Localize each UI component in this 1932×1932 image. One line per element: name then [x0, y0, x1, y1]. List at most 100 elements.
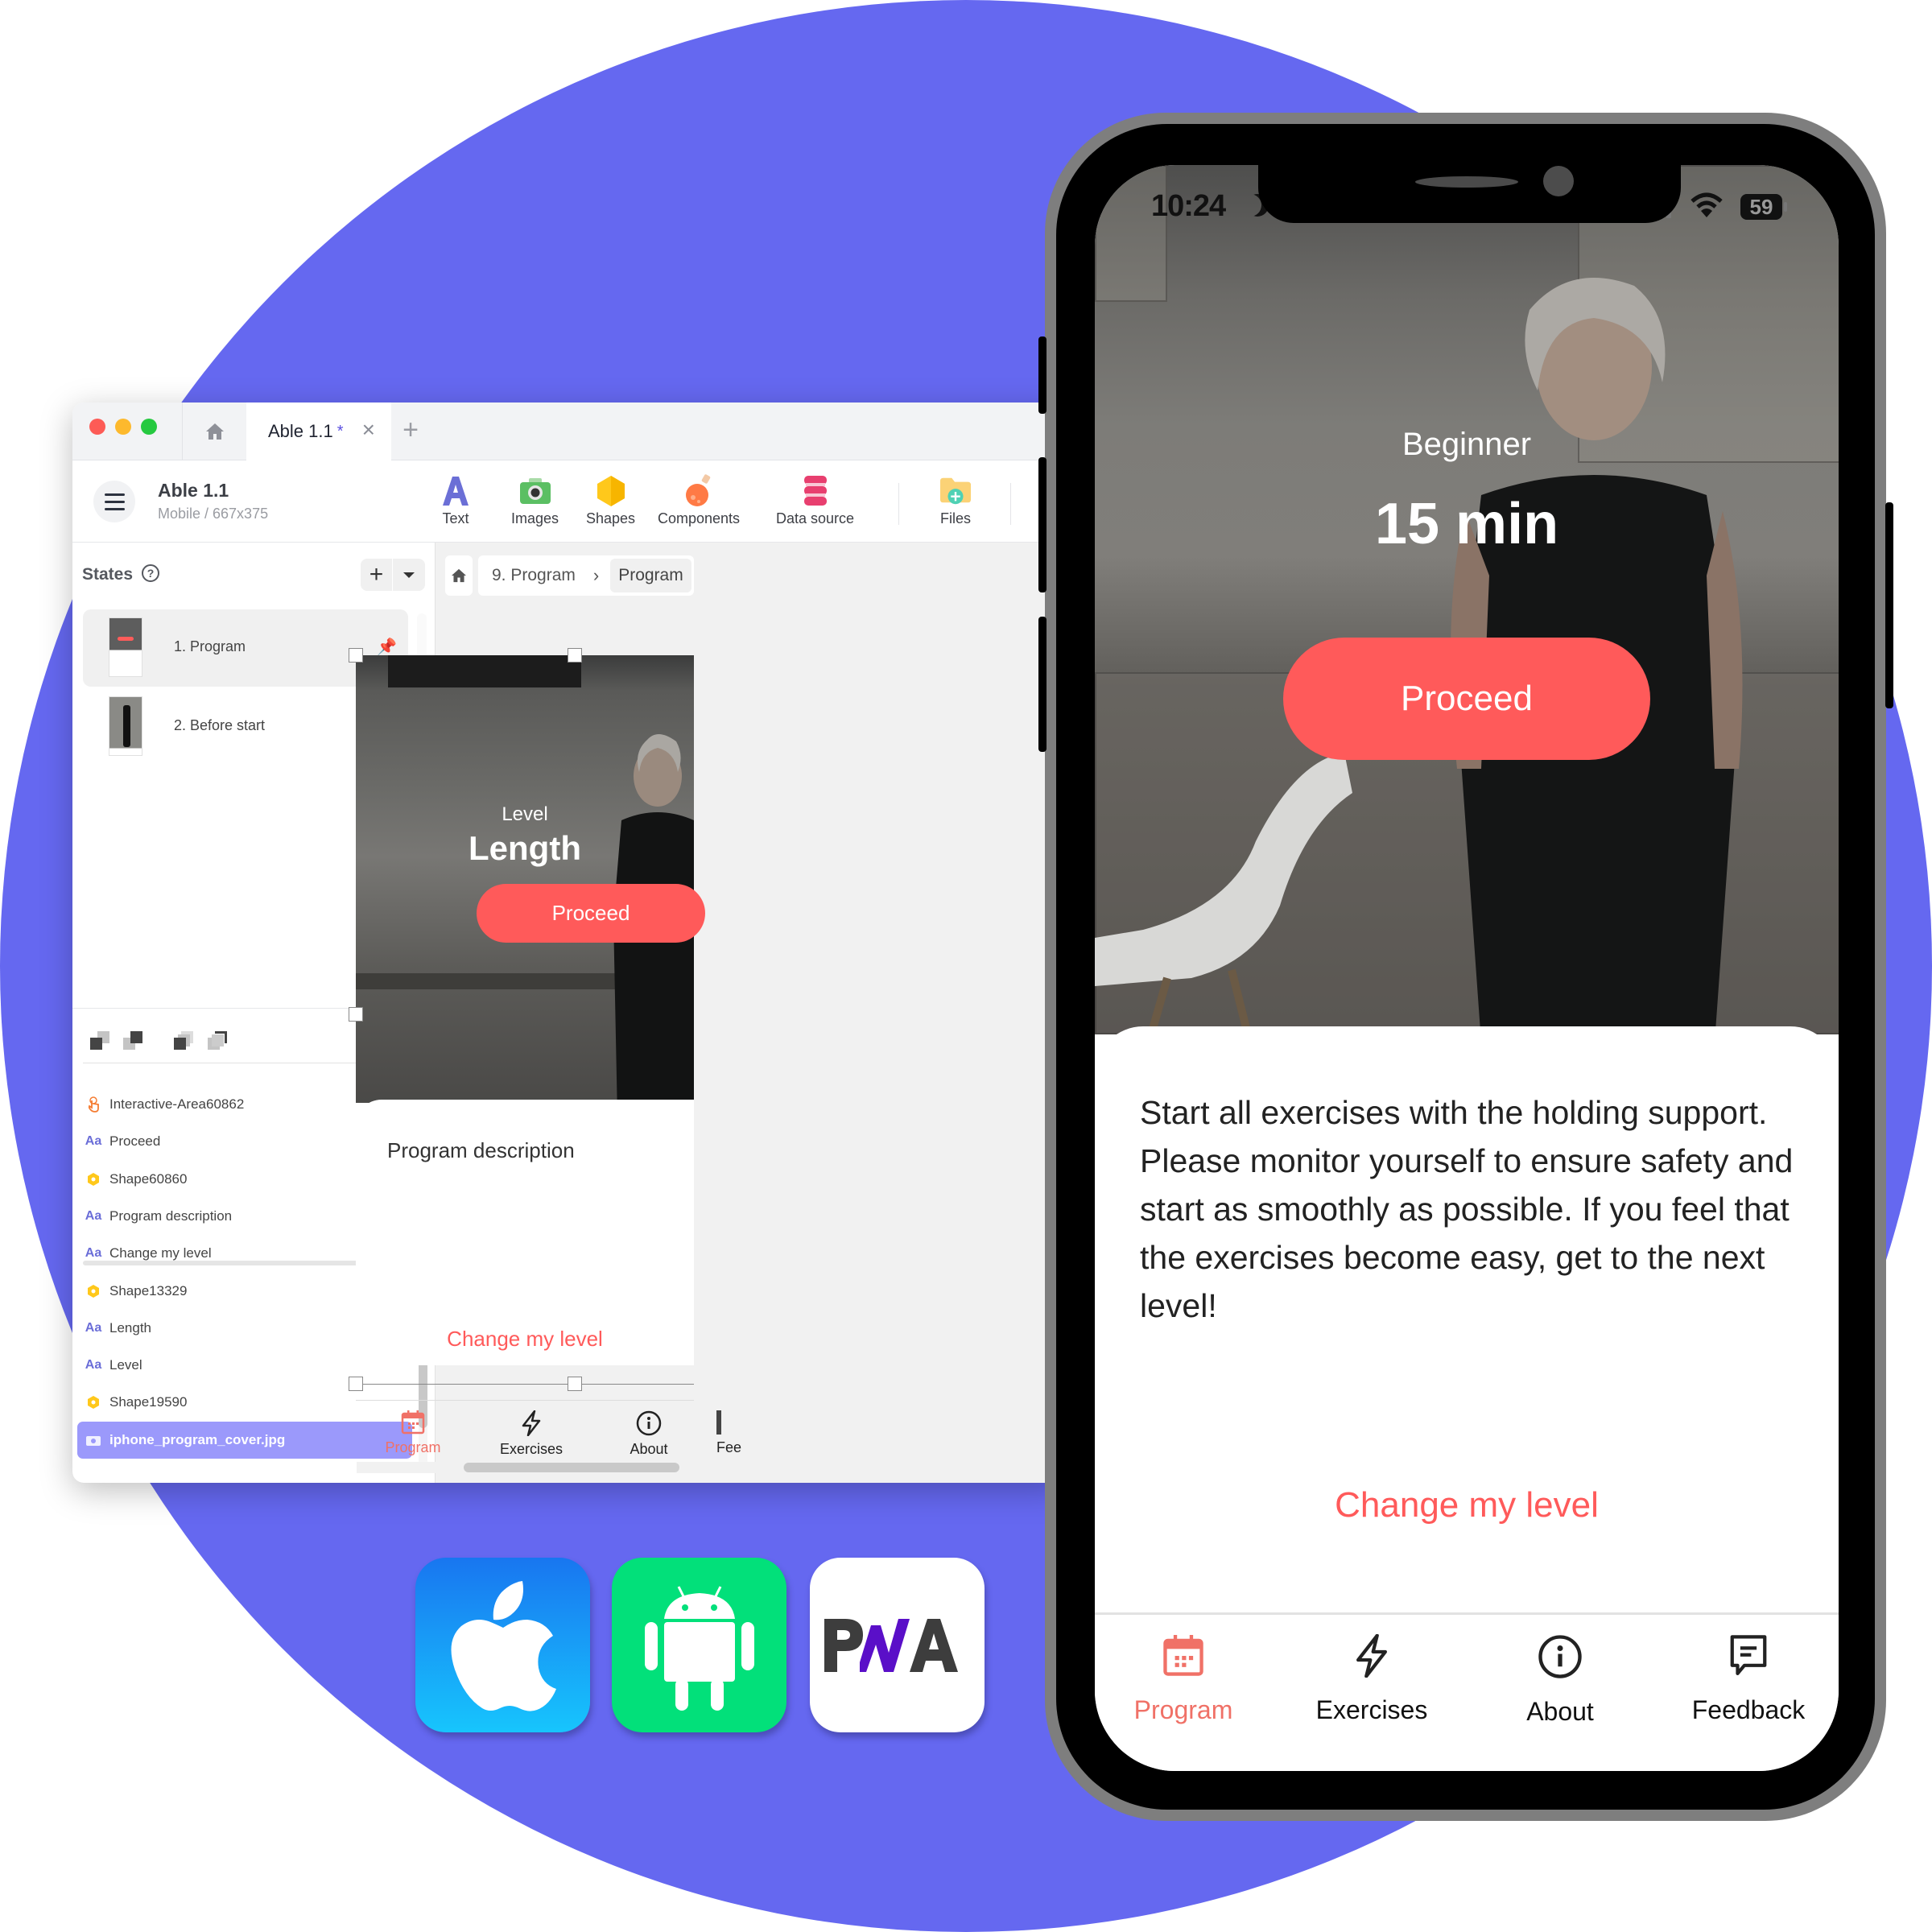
- toolbar: Able 1.1 Mobile / 667x375 Text Images Sh…: [72, 460, 1063, 543]
- layer-label: Change my level: [109, 1245, 212, 1261]
- android-badge: [612, 1558, 786, 1732]
- state-thumbnail: [109, 617, 142, 677]
- resize-handle[interactable]: [568, 1377, 582, 1391]
- resize-handle[interactable]: [349, 648, 363, 663]
- toolbar-data-source-button[interactable]: Data source: [776, 475, 854, 527]
- artboard-description-text[interactable]: Program description: [387, 1138, 575, 1163]
- add-state-dropdown[interactable]: [393, 559, 425, 591]
- potion-icon: [683, 474, 715, 507]
- close-tab-icon[interactable]: ×: [362, 419, 375, 441]
- minimize-window-button[interactable]: [115, 419, 131, 435]
- front-camera: [1543, 166, 1574, 196]
- toolbar-divider: [898, 483, 899, 525]
- selection-edge: [356, 1384, 694, 1385]
- layer-label: Shape13329: [109, 1282, 188, 1298]
- resize-handle[interactable]: [349, 1007, 363, 1022]
- pwa-badge: [810, 1558, 985, 1732]
- layer-label: Shape19590: [109, 1394, 188, 1410]
- feedback-icon: [716, 1410, 721, 1435]
- change-level-link[interactable]: Change my level: [1095, 1485, 1839, 1525]
- breadcrumb-home[interactable]: [445, 555, 473, 596]
- artboard-cover-image[interactable]: [356, 655, 694, 1103]
- apple-icon: [451, 1580, 556, 1711]
- battery-indicator: 59: [1740, 194, 1787, 220]
- lightning-icon: [1356, 1634, 1387, 1678]
- breadcrumb-current[interactable]: Program: [610, 559, 691, 592]
- state-label: 2. Before start: [174, 717, 266, 733]
- camera-icon: [519, 475, 551, 507]
- artboard-proceed-button[interactable]: Proceed: [477, 884, 705, 943]
- breadcrumb-item[interactable]: 9. Program: [492, 566, 576, 585]
- volume-down-button: [1038, 617, 1046, 752]
- divider: [356, 1400, 694, 1401]
- artboard-nav-about[interactable]: About: [601, 1410, 697, 1458]
- text-layer-icon: Aa: [85, 1358, 102, 1373]
- layer-label: Length: [109, 1319, 151, 1335]
- nav-about[interactable]: About: [1472, 1634, 1649, 1727]
- home-icon: [205, 423, 224, 440]
- tab-able[interactable]: Able 1.1 * ×: [246, 402, 391, 460]
- artboard-nav-exercises[interactable]: Exercises: [483, 1410, 580, 1458]
- toolbar-text-button[interactable]: Text: [440, 475, 472, 527]
- image-layer-icon: [85, 1432, 101, 1448]
- proceed-button[interactable]: Proceed: [1283, 638, 1650, 760]
- pin-icon[interactable]: 📌: [377, 637, 397, 657]
- toolbar-components-button[interactable]: Components: [658, 474, 740, 527]
- help-icon[interactable]: ?: [142, 564, 159, 582]
- project-subtitle: Mobile / 667x375: [158, 506, 269, 522]
- bring-to-front-button[interactable]: [208, 1031, 229, 1052]
- text-layer-icon: Aa: [85, 1246, 102, 1261]
- send-backward-button[interactable]: [174, 1031, 195, 1052]
- cabinet: [1095, 165, 1167, 302]
- home-icon: [452, 568, 466, 583]
- add-state-button[interactable]: +: [361, 559, 425, 591]
- states-title: States: [82, 565, 134, 584]
- calendar-icon: [401, 1410, 425, 1435]
- nav-exercises[interactable]: Exercises: [1283, 1634, 1460, 1725]
- nav-program[interactable]: Program: [1095, 1634, 1272, 1725]
- shape-layer-icon: [85, 1283, 101, 1299]
- layer-label: Proceed: [109, 1133, 161, 1150]
- artboard-change-level-link[interactable]: Change my level: [356, 1327, 694, 1352]
- maximize-window-button[interactable]: [141, 419, 157, 435]
- text-icon: [440, 475, 472, 507]
- toolbar-files-button[interactable]: Files: [939, 475, 972, 527]
- mute-switch: [1038, 336, 1046, 414]
- new-tab-button[interactable]: +: [394, 414, 427, 446]
- power-button: [1885, 502, 1893, 708]
- range-hood: [388, 655, 581, 687]
- phone-screen: 10:24 59 Beginner 15 min Proceed Start a…: [1095, 165, 1839, 1771]
- volume-up-button: [1038, 457, 1046, 592]
- android-icon: [644, 1585, 754, 1711]
- unsaved-marker: *: [336, 422, 344, 440]
- calendar-icon: [1163, 1635, 1203, 1676]
- toolbar-images-button[interactable]: Images: [511, 475, 559, 527]
- artboard-length-text[interactable]: Length: [356, 829, 694, 868]
- bring-forward-button[interactable]: [123, 1031, 144, 1052]
- menu-button[interactable]: [93, 481, 135, 522]
- artboard-nav-program[interactable]: Program: [365, 1410, 461, 1456]
- text-layer-icon: Aa: [85, 1320, 102, 1335]
- resize-handle[interactable]: [568, 648, 582, 663]
- plus-icon[interactable]: +: [361, 559, 393, 591]
- editor-window: Able 1.1 * × + Able 1.1 Mobile / 667x375…: [72, 402, 1063, 1483]
- status-time: 10:24: [1151, 189, 1226, 223]
- home-tab[interactable]: [182, 402, 246, 460]
- resize-handle[interactable]: [349, 1377, 363, 1391]
- length-text: 15 min: [1374, 492, 1559, 556]
- close-window-button[interactable]: [89, 419, 105, 435]
- artboard-level-text[interactable]: Level: [356, 803, 694, 826]
- canvas-horizontal-scrollbar[interactable]: [357, 1462, 695, 1473]
- divider: [1095, 1612, 1839, 1615]
- toolbar-divider: [1010, 483, 1011, 525]
- speaker-grille: [1415, 176, 1518, 188]
- artboard-nav-feedback[interactable]: Fee: [716, 1410, 813, 1456]
- shape-layer-icon: [85, 1394, 101, 1410]
- chevron-down-icon: [403, 572, 415, 578]
- layer-item[interactable]: iphone_program_cover.jpg: [77, 1421, 412, 1459]
- toolbar-shapes-button[interactable]: Shapes: [586, 475, 635, 527]
- nav-feedback[interactable]: Feedback: [1660, 1634, 1837, 1725]
- info-icon: [1538, 1635, 1582, 1678]
- send-to-back-button[interactable]: [90, 1031, 111, 1052]
- program-description: Start all exercises with the holding sup…: [1140, 1094, 1794, 1324]
